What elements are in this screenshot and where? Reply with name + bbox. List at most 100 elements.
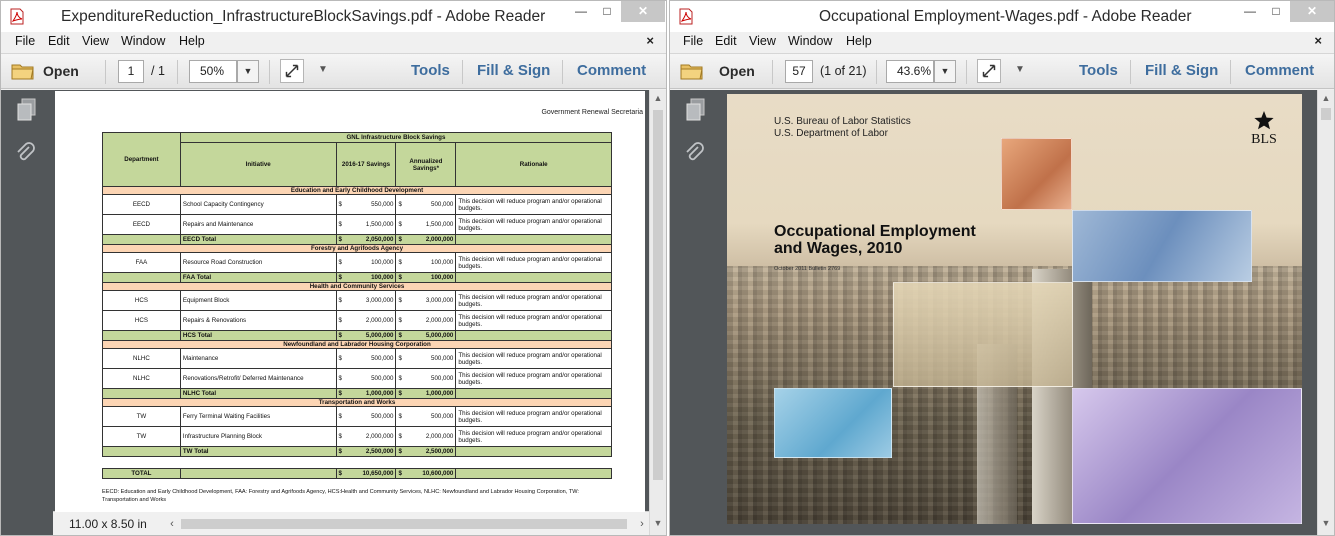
subtotal-annualized: $2,500,000	[395, 446, 457, 457]
amount: $100,000	[398, 259, 453, 266]
menu-help[interactable]: Help	[846, 34, 872, 48]
open-folder-icon[interactable]	[11, 61, 35, 81]
table-row: FAA Resource Road Construction $100,000 $10…	[102, 252, 612, 273]
initiative-cell: Equipment Block	[179, 290, 337, 311]
open-folder-icon[interactable]	[680, 61, 704, 81]
attachments-paperclip-icon[interactable]	[683, 142, 707, 166]
amount: $500,000	[398, 375, 453, 382]
subtotal-rationale	[455, 446, 612, 457]
vertical-scrollbar[interactable]: ▲ ▼	[1317, 90, 1334, 535]
vertical-scrollbar[interactable]: ▲ ▼	[649, 90, 666, 535]
toolbar-separator	[462, 60, 463, 84]
title-bar[interactable]: ExpenditureReduction_InfrastructureBlock…	[1, 1, 666, 32]
close-document-icon[interactable]: ×	[646, 33, 654, 48]
amount: $2,050,000	[339, 236, 394, 243]
amount: $100,000	[339, 274, 394, 281]
scroll-up-icon[interactable]: ▲	[650, 90, 666, 106]
more-tools-caret-icon[interactable]: ▼	[1015, 64, 1025, 75]
subtotal-row: EECD Total $2,050,000 $2,000,000	[102, 234, 612, 245]
title-bar[interactable]: Occupational Employment-Wages.pdf - Adob…	[670, 1, 1334, 32]
tools-button[interactable]: Tools	[1079, 62, 1118, 79]
page-number-input[interactable]: 57	[785, 60, 813, 83]
comment-button[interactable]: Comment	[577, 62, 646, 79]
minimize-button[interactable]: —	[567, 1, 595, 22]
toolbar-separator	[269, 60, 270, 84]
scroll-up-icon[interactable]: ▲	[1318, 90, 1334, 106]
zoom-dropdown-button[interactable]: ▼	[237, 60, 259, 83]
annualized-cell: $500,000	[395, 348, 457, 369]
amount-value: 2,500,000	[425, 448, 454, 455]
open-button[interactable]: Open	[719, 63, 755, 79]
column-savings-1617: 2016-17 Savings	[335, 142, 397, 187]
amount: $2,500,000	[398, 448, 453, 455]
close-window-button[interactable]: ✕	[621, 1, 665, 22]
menu-edit[interactable]: Edit	[48, 34, 70, 48]
currency-symbol: $	[338, 375, 342, 382]
more-tools-caret-icon[interactable]: ▼	[318, 64, 328, 75]
column-department: Department	[102, 132, 181, 187]
amount: $3,000,000	[398, 297, 453, 304]
zoom-input[interactable]: 50%	[189, 60, 237, 83]
tools-button[interactable]: Tools	[411, 62, 450, 79]
horizontal-scroll-thumb[interactable]	[181, 519, 627, 529]
open-button[interactable]: Open	[43, 63, 79, 79]
menu-file[interactable]: File	[15, 34, 35, 48]
maximize-button[interactable]: □	[1262, 1, 1290, 22]
report-title-line: and Wages, 2010	[774, 240, 903, 257]
comment-button[interactable]: Comment	[1245, 62, 1314, 79]
menu-window[interactable]: Window	[121, 34, 165, 48]
fill-sign-button[interactable]: Fill & Sign	[477, 62, 550, 79]
fill-sign-button[interactable]: Fill & Sign	[1145, 62, 1218, 79]
page-thumbnails-icon[interactable]	[16, 98, 38, 122]
annualized-cell: $2,000,000	[395, 310, 457, 331]
zoom-dropdown-button[interactable]: ▼	[934, 60, 956, 83]
menu-bar: File Edit View Window Help ×	[1, 32, 666, 53]
maximize-button[interactable]: □	[593, 1, 621, 22]
window-title: Occupational Employment-Wages.pdf - Adob…	[819, 8, 1192, 25]
amount-value: 500,000	[431, 355, 454, 362]
rationale-cell: This decision will reduce program and/or…	[455, 348, 612, 369]
table-row: TW Ferry Terminal Waiting Facilities $500,…	[102, 406, 612, 427]
subtotal-rationale	[455, 388, 612, 399]
close-document-icon[interactable]: ×	[1314, 33, 1322, 48]
currency-symbol: $	[398, 317, 402, 324]
menu-window[interactable]: Window	[788, 34, 832, 48]
scroll-left-icon[interactable]: ‹	[165, 516, 179, 532]
amount: $1,000,000	[339, 390, 394, 397]
subtotal-savings: $2,050,000	[335, 234, 397, 245]
attachments-paperclip-icon[interactable]	[14, 142, 38, 166]
fit-page-icon[interactable]	[280, 59, 304, 83]
medical-team-photo	[774, 388, 892, 458]
minimize-button[interactable]: —	[1236, 1, 1264, 22]
scroll-thumb[interactable]	[1321, 108, 1331, 120]
initiative-cell: Infrastructure Planning Block	[179, 426, 337, 447]
section-name: Transportation and Works	[102, 398, 612, 407]
amount: $500,000	[339, 355, 394, 362]
scroll-down-icon[interactable]: ▼	[650, 515, 666, 531]
fit-page-icon[interactable]	[977, 59, 1001, 83]
menu-edit[interactable]: Edit	[715, 34, 737, 48]
currency-symbol: $	[398, 390, 402, 397]
annualized-cell: $2,000,000	[395, 426, 457, 447]
zoom-input[interactable]: 43.6%	[886, 60, 934, 83]
currency-symbol: $	[338, 317, 342, 324]
subtotal-row: TW Total $2,500,000 $2,500,000	[102, 446, 612, 457]
rationale-cell: This decision will reduce program and/or…	[455, 214, 612, 235]
menu-view[interactable]: View	[749, 34, 776, 48]
department-cell: TW	[102, 406, 181, 427]
section-row: Newfoundland and Labrador Housing Corpor…	[102, 340, 612, 349]
menu-view[interactable]: View	[82, 34, 109, 48]
currency-symbol: $	[398, 413, 402, 420]
scroll-right-icon[interactable]: ›	[635, 516, 649, 532]
page-number-input[interactable]: 1	[118, 60, 144, 83]
currency-symbol: $	[338, 274, 342, 281]
close-window-button[interactable]: ✕	[1290, 1, 1334, 22]
page-size-label: 11.00 x 8.50 in	[69, 517, 147, 531]
page-thumbnails-icon[interactable]	[685, 98, 707, 122]
department-cell: EECD	[102, 214, 181, 235]
scroll-down-icon[interactable]: ▼	[1318, 515, 1334, 531]
scroll-thumb[interactable]	[653, 110, 663, 480]
horizontal-scrollbar[interactable]: ‹ ›	[165, 516, 649, 532]
menu-help[interactable]: Help	[179, 34, 205, 48]
menu-file[interactable]: File	[683, 34, 703, 48]
